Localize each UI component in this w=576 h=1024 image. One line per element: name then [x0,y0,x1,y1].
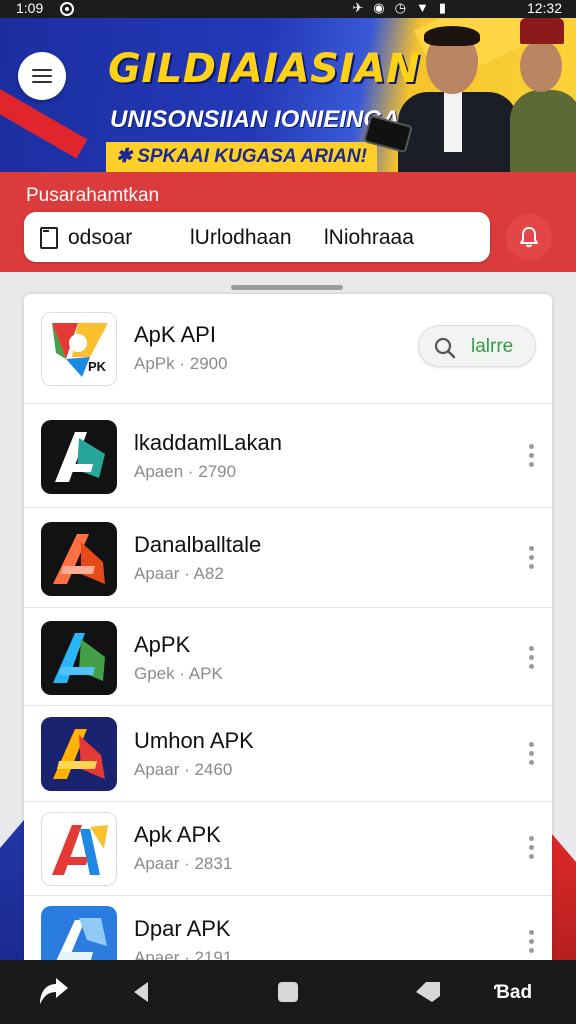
app-list: PK ApK API ApPk · 2900 lalrre lkaddamlLa… [24,294,552,960]
app-meta: Apaar · A82 [134,564,224,583]
banner-headline: GILDIAIASIAN [108,46,421,92]
decor-left [0,820,24,960]
system-status-icons: ✈◉◷▼▮ [352,0,456,15]
gesture-swipe-icon[interactable] [36,974,74,1008]
app-meta: Gpek · APK [134,664,223,683]
status-bar: 1:09 ✈◉◷▼▮ 12:32 [0,0,576,18]
menu-button[interactable] [18,52,66,100]
app-name: Umhon APK [134,728,254,753]
app-name: ApPK [134,632,191,657]
app-name: Dpar APK [134,916,231,941]
more-options-icon[interactable] [524,930,538,954]
app-name: ApK API [134,322,216,347]
app-name: Apk APK [134,822,221,847]
back-icon[interactable] [130,980,152,1004]
more-options-icon[interactable] [524,444,538,468]
record-icon [60,2,74,16]
tag-icon[interactable] [414,980,442,1004]
search-segment-3: lNiohraaa [324,226,414,249]
document-icon [40,227,58,249]
list-item[interactable]: Dpar APK Apaer · 2191 [24,896,552,960]
app-name: lkaddamlLakan [134,430,282,455]
orange-a-app-icon [41,522,117,596]
red-blue-a-app-icon [41,812,117,886]
search-segment-2: lUrlodhaan [190,226,292,249]
search-segment-1: odsoar [68,226,133,249]
app-icon-label: PK [88,359,107,374]
app-meta: Apaen · 2790 [134,462,237,481]
more-options-icon[interactable] [524,742,538,766]
drag-handle[interactable] [231,285,343,290]
blue-a-app-icon [41,906,117,960]
banner-subtitle: UNISONSIIAN IONIEINGA [110,106,400,133]
green-a-app-icon [41,420,117,494]
list-item[interactable]: Apk APK Apaar · 2831 [24,802,552,896]
more-options-icon[interactable] [524,646,538,670]
list-item[interactable]: PK ApK API ApPk · 2900 lalrre [24,294,552,404]
list-item[interactable]: ApPK Gpek · APK [24,608,552,706]
search-icon [434,337,456,359]
apk-api-app-icon: PK [41,312,117,386]
app-meta: Apaar · 2831 [134,854,233,873]
bell-icon [520,227,538,248]
more-options-icon[interactable] [524,836,538,860]
nav-right-label[interactable]: Ɓad [494,982,532,1004]
app-meta: Apaar · 2460 [134,760,233,779]
banner-person-uniform [510,18,576,172]
home-icon[interactable] [276,980,300,1004]
decor-right [552,834,576,960]
notification-button[interactable] [506,214,552,260]
search-input[interactable]: odsoar lUrlodhaan lNiohraaa [24,212,490,262]
list-item[interactable]: Danalballtale Apaar · A82 [24,508,552,608]
gold-a-app-icon [41,717,117,791]
hamburger-icon [32,69,52,71]
list-item[interactable]: Umhon APK Apaar · 2460 [24,706,552,802]
more-options-icon[interactable] [524,546,538,570]
status-clock: 12:32 [526,0,562,16]
app-meta: Apaer · 2191 [134,948,233,960]
open-button-label: lalrre [471,336,514,357]
list-item[interactable]: lkaddamlLakan Apaen · 2790 [24,404,552,508]
blue-green-a-app-icon [41,621,117,695]
navigation-bar: Ɓad [0,960,576,1024]
status-time: 1:09 [16,0,44,16]
search-section: Pusarahamtkan odsoar lUrlodhaan lNiohraa… [0,172,576,272]
app-name: Danalballtale [134,532,262,557]
search-section-title: Pusarahamtkan [26,185,160,206]
open-button[interactable]: lalrre [418,325,536,367]
banner-promo-text: ✱ SPKAAI KUGASA ARIAN! [106,142,377,172]
promo-banner[interactable]: GILDIAIASIAN UNISONSIIAN IONIEINGA ✱ SPK… [0,18,576,172]
app-meta: ApPk · 2900 [134,354,228,373]
